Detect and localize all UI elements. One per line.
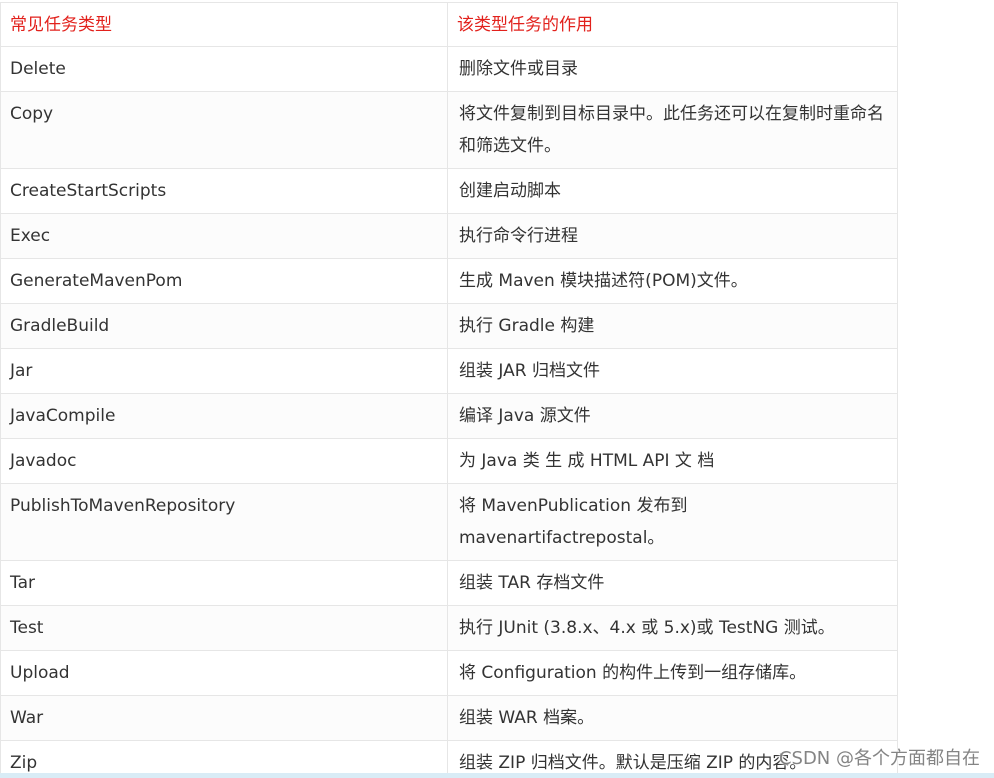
csdn-watermark: CSDN @各个方面都自在 [778,748,980,769]
table-row: JavaCompile 编译 Java 源文件 [0,393,898,439]
task-type-cell: CreateStartScripts [0,168,448,214]
table-row: Javadoc 为 Java 类 生 成 HTML API 文 档 [0,438,898,484]
task-desc-cell: 将 Configuration 的构件上传到一组存储库。 [447,650,898,696]
table-row: CreateStartScripts 创建启动脚本 [0,168,898,214]
task-type-cell: Javadoc [0,438,448,484]
table-row: GradleBuild 执行 Gradle 构建 [0,303,898,349]
task-desc-cell: 执行 Gradle 构建 [447,303,898,349]
table-row: PublishToMavenRepository 将 MavenPublicat… [0,483,898,561]
task-type-cell: Jar [0,348,448,394]
task-type-cell: PublishToMavenRepository [0,483,448,561]
task-type-cell: War [0,695,448,741]
page: 常见任务类型 该类型任务的作用 Delete 删除文件或目录 Copy 将文件复… [0,0,994,778]
table-row: Copy 将文件复制到目标目录中。此任务还可以在复制时重命名和筛选文件。 [0,91,898,169]
task-desc-cell: 将 MavenPublication 发布到 mavenartifactrepo… [447,483,898,561]
task-desc-cell: 执行 JUnit (3.8.x、4.x 或 5.x)或 TestNG 测试。 [447,605,898,651]
header-task-type: 常见任务类型 [0,2,448,47]
task-type-cell: JavaCompile [0,393,448,439]
task-desc-cell: 删除文件或目录 [447,46,898,92]
task-type-cell: Delete [0,46,448,92]
task-desc-cell: 生成 Maven 模块描述符(POM)文件。 [447,258,898,304]
table-row: GenerateMavenPom 生成 Maven 模块描述符(POM)文件。 [0,258,898,304]
table-row: Exec 执行命令行进程 [0,213,898,259]
table-header: 常见任务类型 该类型任务的作用 [0,2,898,47]
table-row: Tar 组装 TAR 存档文件 [0,560,898,606]
task-desc-cell: 为 Java 类 生 成 HTML API 文 档 [447,438,898,484]
task-type-cell: Exec [0,213,448,259]
header-task-purpose: 该类型任务的作用 [447,2,898,47]
task-type-cell: Upload [0,650,448,696]
task-type-cell: GradleBuild [0,303,448,349]
table-row: Jar 组装 JAR 归档文件 [0,348,898,394]
task-types-table: 常见任务类型 该类型任务的作用 Delete 删除文件或目录 Copy 将文件复… [0,2,898,778]
task-desc-cell: 组装 TAR 存档文件 [447,560,898,606]
task-desc-cell: 组装 JAR 归档文件 [447,348,898,394]
bottom-scroll-edge [0,773,994,778]
task-desc-cell: 编译 Java 源文件 [447,393,898,439]
table-row: Delete 删除文件或目录 [0,46,898,92]
task-type-cell: Copy [0,91,448,169]
task-desc-cell: 创建启动脚本 [447,168,898,214]
task-type-cell: GenerateMavenPom [0,258,448,304]
table-row: Test 执行 JUnit (3.8.x、4.x 或 5.x)或 TestNG … [0,605,898,651]
task-type-cell: Tar [0,560,448,606]
header-row: 常见任务类型 该类型任务的作用 [0,2,898,47]
task-type-cell: Test [0,605,448,651]
table-row: Upload 将 Configuration 的构件上传到一组存储库。 [0,650,898,696]
table-body: Delete 删除文件或目录 Copy 将文件复制到目标目录中。此任务还可以在复… [0,46,898,778]
task-desc-cell: 组装 WAR 档案。 [447,695,898,741]
task-desc-cell: 执行命令行进程 [447,213,898,259]
task-desc-cell: 将文件复制到目标目录中。此任务还可以在复制时重命名和筛选文件。 [447,91,898,169]
table-row: War 组装 WAR 档案。 [0,695,898,741]
